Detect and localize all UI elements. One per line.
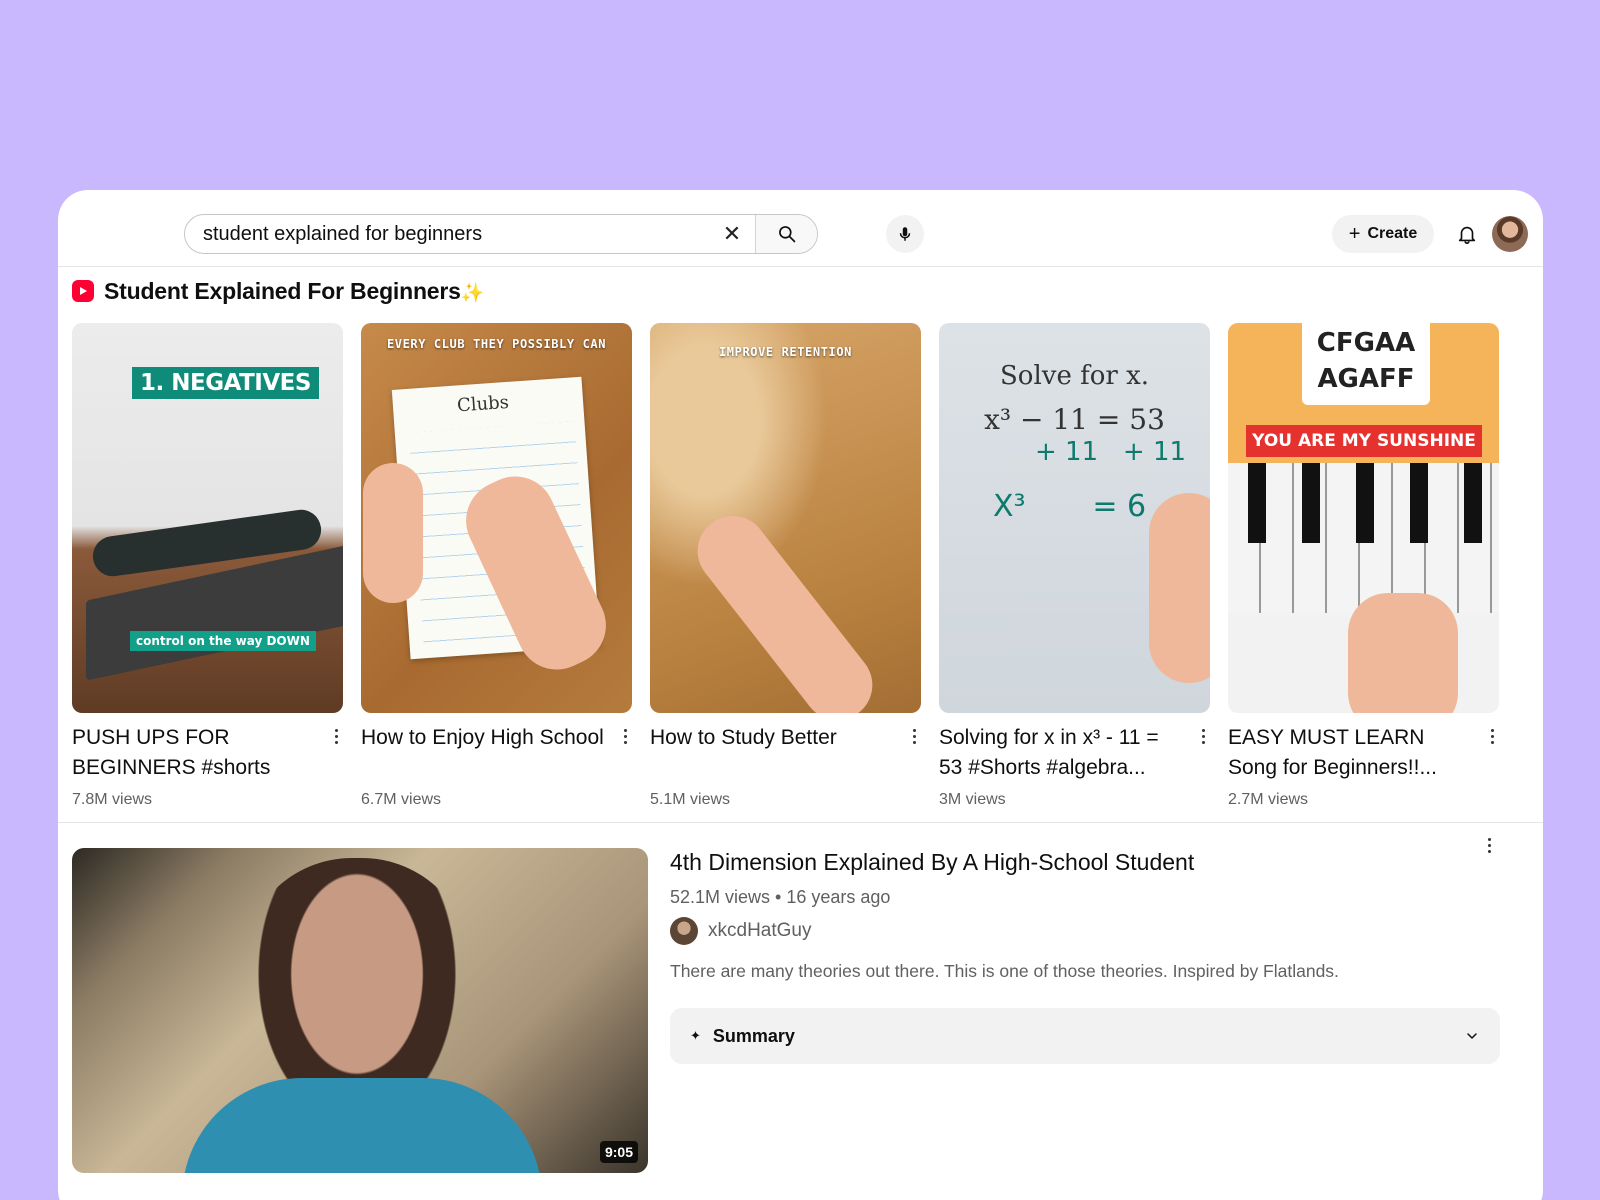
plus-icon: +	[1348, 223, 1361, 245]
create-button[interactable]: + Create	[1332, 215, 1434, 253]
shorts-title-text: Student Explained For Beginners	[104, 277, 461, 304]
short-card[interactable]: Clubs EVERY CLUB THEY POSSIBLY CAN How t…	[361, 323, 632, 809]
short-views: 7.8M views	[72, 791, 153, 808]
short-card[interactable]: 1. NEGATIVES control on the way DOWN PUS…	[72, 323, 343, 809]
more-options-icon[interactable]	[329, 725, 343, 747]
shorts-section-header: Student Explained For Beginners✨	[72, 276, 484, 306]
close-icon: ✕	[722, 221, 742, 246]
bell-icon	[1458, 226, 1476, 244]
short-views: 6.7M views	[361, 791, 442, 808]
video-description: There are many theories out there. This …	[670, 961, 1339, 981]
hand-shape	[683, 501, 887, 713]
more-options-icon[interactable]	[1485, 725, 1499, 747]
shorts-logo-icon	[72, 280, 94, 302]
short-title[interactable]: How to Study Better	[650, 723, 895, 783]
paper-title: Clubs	[456, 391, 510, 417]
shorts-shelf: 1. NEGATIVES control on the way DOWN PUS…	[72, 323, 1532, 813]
notes-line: CFGAA	[1316, 328, 1416, 358]
top-bar: ✕ + Create	[58, 190, 1543, 267]
notes-line: AGAFF	[1317, 364, 1415, 394]
channel-name[interactable]: xkcdHatGuy	[708, 920, 811, 942]
board-handwriting: X³ = 6	[993, 489, 1147, 524]
board-equation: x³ − 11 = 53	[984, 403, 1165, 436]
hand-shape	[1149, 493, 1210, 683]
thumbnail-caption: IMPROVE RETENTION	[718, 345, 853, 359]
board-heading: Solve for x.	[999, 361, 1150, 391]
short-views: 5.1M views	[650, 791, 731, 808]
video-thumbnail[interactable]: 9:05	[72, 848, 648, 1173]
short-card[interactable]: Solve for x. x³ − 11 = 53 + 11 + 11 X³ =…	[939, 323, 1210, 809]
more-options-icon[interactable]	[618, 725, 632, 747]
notifications-button[interactable]	[1451, 218, 1483, 250]
channel-link[interactable]: xkcdHatGuy	[670, 917, 811, 945]
browser-window: ✕ + Create	[58, 190, 1543, 1200]
short-thumbnail[interactable]: CFGAA AGAFF YOU ARE MY SUNSHINE	[1228, 323, 1499, 713]
song-banner: YOU ARE MY SUNSHINE	[1246, 425, 1482, 457]
board-handwriting: + 11 + 11	[1035, 437, 1187, 467]
chevron-down-icon	[1467, 1033, 1477, 1039]
short-thumbnail[interactable]: 1. NEGATIVES control on the way DOWN	[72, 323, 343, 713]
short-views: 3M views	[939, 791, 1006, 808]
account-avatar[interactable]	[1492, 216, 1528, 252]
short-title[interactable]: Solving for x in x³ - 11 = 53 #Shorts #a…	[939, 723, 1184, 783]
search-box: ✕	[184, 214, 818, 254]
short-views: 2.7M views	[1228, 791, 1309, 808]
thumbnail-subcaption: control on the way DOWN	[130, 631, 316, 651]
short-card[interactable]: IMPROVE RETENTION How to Study Better 5.…	[650, 323, 921, 809]
thumbnail-caption: 1. NEGATIVES	[132, 367, 319, 399]
short-thumbnail[interactable]: Clubs EVERY CLUB THEY POSSIBLY CAN	[361, 323, 632, 713]
short-title[interactable]: PUSH UPS FOR BEGINNERS #shorts	[72, 723, 317, 783]
more-options-icon[interactable]	[907, 725, 921, 747]
video-title[interactable]: 4th Dimension Explained By A High-School…	[670, 847, 1194, 877]
hand-shape	[363, 463, 423, 603]
create-label: Create	[1367, 225, 1418, 242]
clear-search-button[interactable]: ✕	[709, 215, 755, 253]
notes-card: CFGAA AGAFF	[1302, 323, 1430, 405]
sparkle-icon: ✨	[460, 282, 485, 304]
hand-shape	[1348, 593, 1458, 713]
search-button[interactable]	[755, 215, 817, 253]
short-thumbnail[interactable]: Solve for x. x³ − 11 = 53 + 11 + 11 X³ =…	[939, 323, 1210, 713]
short-title[interactable]: How to Enjoy High School	[361, 723, 606, 783]
mic-icon	[899, 227, 911, 241]
channel-avatar[interactable]	[670, 917, 698, 945]
shorts-section-title: Student Explained For Beginners✨	[104, 278, 484, 305]
voice-search-button[interactable]	[886, 215, 924, 253]
short-card[interactable]: CFGAA AGAFF YOU ARE MY SUNSHINE EASY MUS…	[1228, 323, 1499, 809]
short-title[interactable]: EASY MUST LEARN Song for Beginners!!...	[1228, 723, 1473, 783]
search-icon	[778, 226, 795, 243]
piano-black-keys	[1228, 463, 1499, 543]
section-divider	[58, 822, 1543, 823]
person-shirt	[182, 1078, 542, 1173]
summary-label: Summary	[712, 1025, 795, 1046]
video-duration: 9:05	[599, 1141, 638, 1163]
video-meta: 52.1M views • 16 years ago	[670, 887, 891, 907]
search-input[interactable]	[185, 215, 709, 253]
thumbnail-caption: EVERY CLUB THEY POSSIBLY CAN	[386, 337, 607, 351]
more-options-icon[interactable]	[1196, 725, 1210, 747]
short-thumbnail[interactable]: IMPROVE RETENTION	[650, 323, 921, 713]
sparkle-icon: ✦	[690, 1028, 701, 1043]
more-options-icon[interactable]	[1482, 834, 1496, 856]
summary-expander[interactable]: ✦ Summary	[670, 1008, 1500, 1064]
